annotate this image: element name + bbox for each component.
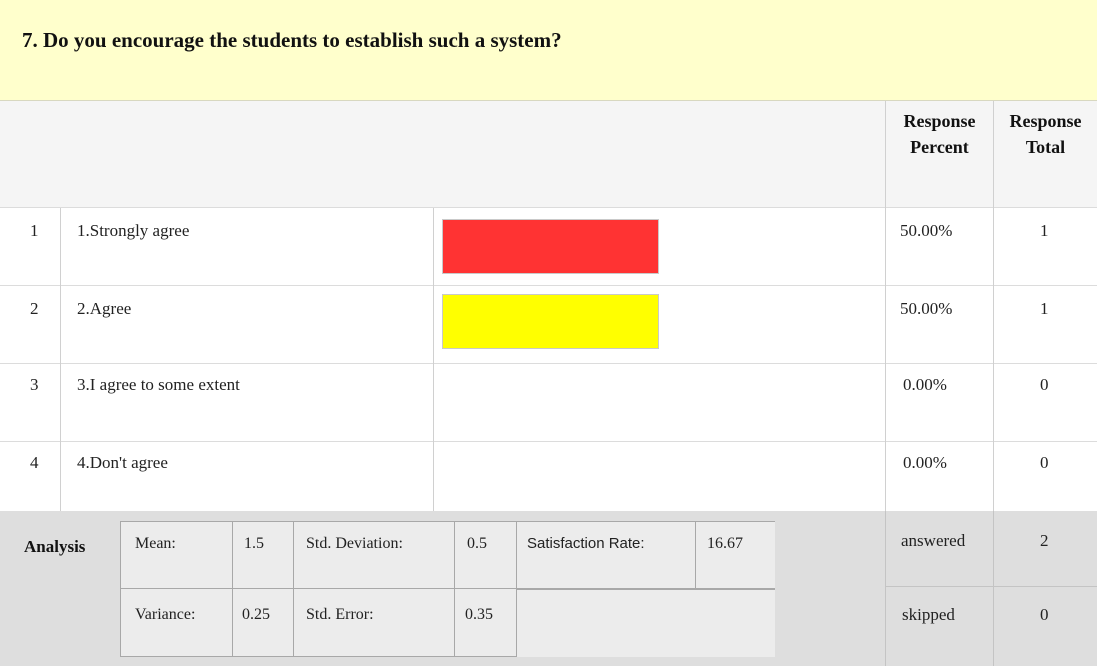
satisfaction-rate-value: 16.67 (707, 535, 743, 552)
response-total: 1 (1040, 221, 1049, 240)
skipped-label: skipped (902, 605, 955, 624)
table-row: 1 1.Strongly agree 50.00% 1 (0, 208, 1097, 286)
table-row: 4 4.Don't agree 0.00% 0 (0, 442, 1097, 511)
response-percent: 0.00% (903, 375, 947, 394)
answer-label: 4.Don't agree (77, 453, 168, 472)
table-header-row: Response Percent Response Total (0, 101, 1097, 208)
response-bar (442, 219, 659, 274)
satisfaction-rate-label: Satisfaction Rate: (527, 535, 645, 552)
answered-label: answered (901, 531, 966, 550)
skipped-count: 0 (1040, 605, 1049, 624)
response-percent: 50.00% (900, 299, 953, 318)
response-percent: 0.00% (903, 453, 947, 472)
mean-label: Mean: (135, 535, 176, 552)
response-total: 0 (1040, 375, 1049, 394)
response-bar (442, 294, 659, 349)
question-header: 7. Do you encourage the students to esta… (0, 0, 1097, 101)
variance-value: 0.25 (242, 606, 270, 623)
response-percent-header: Response Percent (903, 111, 976, 157)
analysis-label: Analysis (24, 537, 86, 556)
row-number: 4 (30, 453, 39, 472)
std-error-label: Std. Error: (306, 606, 374, 623)
response-total: 1 (1040, 299, 1049, 318)
std-error-value: 0.35 (465, 606, 493, 623)
table-row: 3 3.I agree to some extent 0.00% 0 (0, 364, 1097, 442)
question-title: 7. Do you encourage the students to esta… (22, 28, 562, 52)
analysis-section: Analysis Mean: 1.5 Std. Deviation: 0.5 S… (0, 511, 1097, 666)
mean-value: 1.5 (244, 535, 264, 552)
response-total: 0 (1040, 453, 1049, 472)
answer-label: 2.Agree (77, 299, 132, 318)
answer-label: 1.Strongly agree (77, 221, 190, 240)
std-deviation-value: 0.5 (467, 535, 487, 552)
analysis-stats-table: Mean: 1.5 Std. Deviation: 0.5 Satisfacti… (120, 521, 775, 657)
response-total-header: Response Total (1009, 111, 1082, 157)
std-deviation-label: Std. Deviation: (306, 535, 403, 552)
row-number: 1 (30, 221, 39, 240)
answered-count: 2 (1040, 531, 1049, 550)
response-percent: 50.00% (900, 221, 953, 240)
variance-label: Variance: (135, 606, 196, 623)
row-number: 2 (30, 299, 39, 318)
answer-label: 3.I agree to some extent (77, 375, 240, 394)
table-row: 2 2.Agree 50.00% 1 (0, 286, 1097, 364)
row-number: 3 (30, 375, 39, 394)
